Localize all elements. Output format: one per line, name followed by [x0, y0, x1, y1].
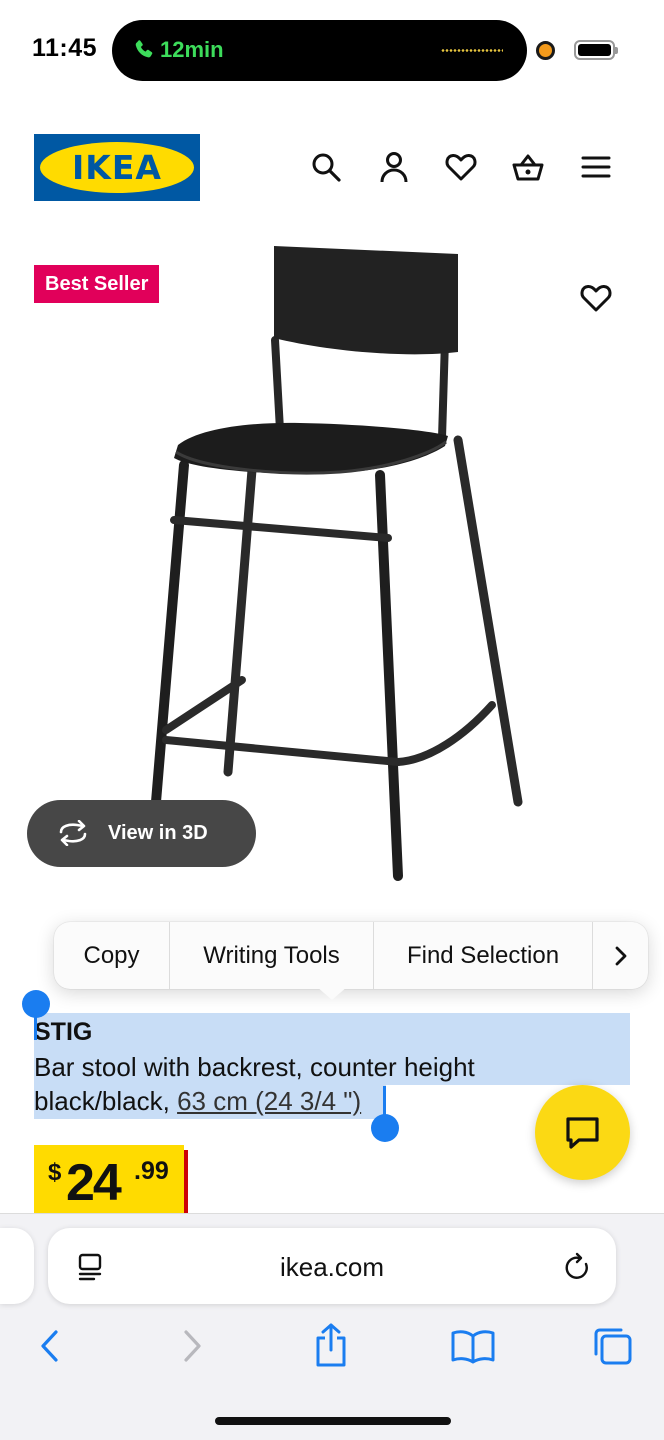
heart-icon[interactable]: [444, 150, 478, 184]
browser-toolbar: ikea.com: [0, 1213, 664, 1440]
back-icon[interactable]: [38, 1328, 62, 1364]
account-icon[interactable]: [377, 150, 411, 184]
chat-button[interactable]: [535, 1085, 630, 1180]
search-icon[interactable]: [309, 150, 343, 184]
address-bar[interactable]: ikea.com: [48, 1228, 616, 1304]
basket-icon[interactable]: [511, 150, 545, 184]
find-selection-menu-item[interactable]: Find Selection: [374, 922, 593, 989]
rotate-3d-icon: [59, 820, 87, 846]
microphone-indicator-icon: [536, 41, 555, 60]
audio-waveform-icon: [441, 49, 503, 52]
chat-bubble-icon: [566, 1117, 599, 1149]
bookmarks-icon[interactable]: [450, 1328, 496, 1364]
menu-icon[interactable]: [579, 150, 613, 184]
reload-icon[interactable]: [564, 1252, 592, 1282]
more-menu-item[interactable]: [593, 922, 648, 989]
product-image-stool[interactable]: [140, 240, 540, 890]
previous-tab-peek[interactable]: [0, 1228, 34, 1304]
copy-menu-item[interactable]: Copy: [54, 922, 170, 989]
product-name[interactable]: STIG: [34, 1018, 92, 1047]
call-duration: 12min: [160, 37, 224, 62]
logo-text: IKEA: [72, 148, 162, 187]
home-indicator[interactable]: [215, 1417, 451, 1425]
view-in-3d-label: View in 3D: [108, 822, 208, 844]
price-accent-bar: [184, 1150, 188, 1215]
selection-end-handle-knob[interactable]: [371, 1114, 399, 1142]
product-description[interactable]: Bar stool with backrest, counter height: [34, 1052, 475, 1083]
battery-icon: [574, 40, 618, 60]
product-price: $ 24 .99: [34, 1145, 184, 1215]
add-to-favourites-heart-icon[interactable]: [579, 282, 613, 314]
selection-start-handle-knob[interactable]: [22, 990, 50, 1018]
writing-tools-menu-item[interactable]: Writing Tools: [170, 922, 374, 989]
forward-icon[interactable]: [180, 1328, 204, 1364]
product-color: black/black,: [34, 1086, 178, 1116]
share-icon[interactable]: [312, 1322, 350, 1368]
price-integer: 24: [66, 1154, 122, 1212]
text-selection-context-menu: Copy Writing Tools Find Selection: [54, 922, 648, 989]
url-text[interactable]: ikea.com: [48, 1252, 616, 1283]
product-variant[interactable]: black/black, 63 cm (24 3/4 "): [34, 1086, 361, 1117]
ikea-logo[interactable]: IKEA: [34, 134, 200, 201]
status-time: 11:45: [32, 34, 98, 62]
chevron-right-icon: [615, 946, 626, 965]
price-currency: $: [48, 1159, 62, 1186]
dynamic-island[interactable]: 12min: [112, 20, 527, 81]
phone-icon: [135, 40, 153, 58]
product-dimension-link[interactable]: 63 cm (24 3/4 "): [177, 1086, 361, 1116]
view-in-3d-button[interactable]: View in 3D: [27, 800, 256, 867]
price-decimal: .99: [134, 1157, 169, 1185]
context-menu-pointer: [316, 986, 348, 1000]
tabs-icon[interactable]: [592, 1326, 634, 1366]
